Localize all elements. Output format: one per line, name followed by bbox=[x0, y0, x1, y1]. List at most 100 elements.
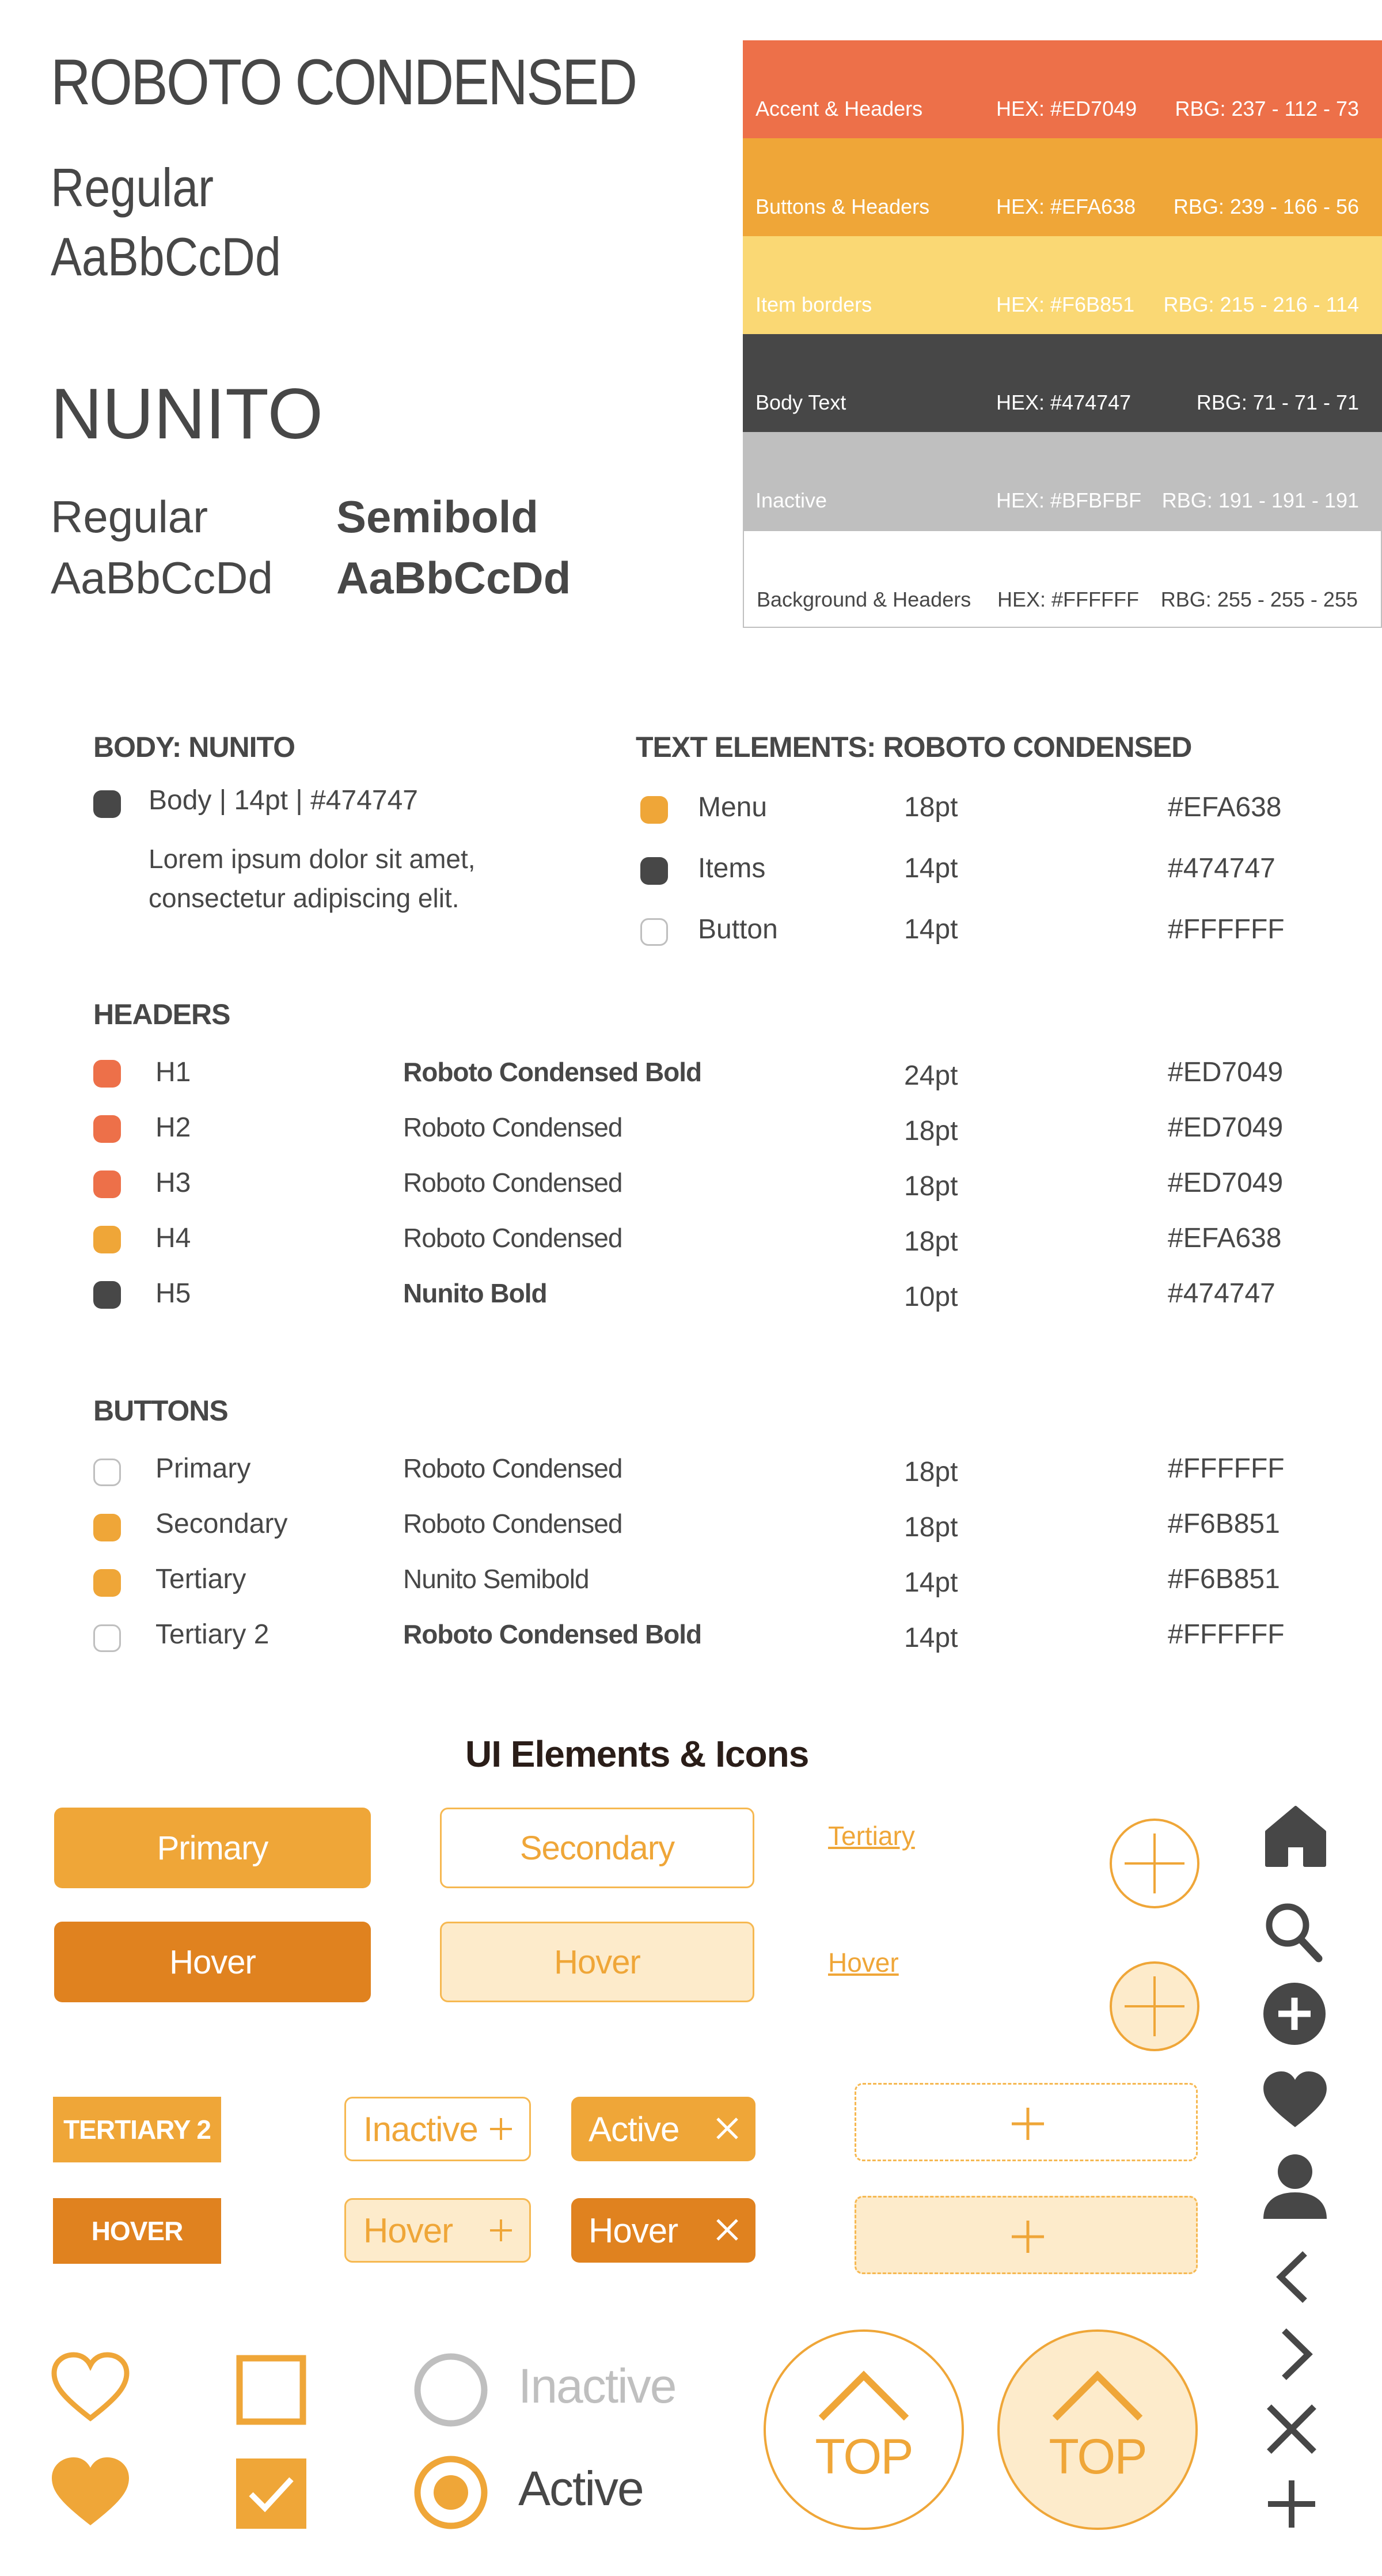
secondary-button[interactable]: Secondary bbox=[440, 1808, 754, 1888]
body-lorem-line-1: Lorem ipsum dolor sit amet, bbox=[149, 844, 476, 874]
text-element-color-dot bbox=[640, 857, 668, 885]
primary-button[interactable]: Primary bbox=[54, 1808, 371, 1888]
chevron-right-icon[interactable] bbox=[1280, 2327, 1314, 2381]
inactive-chip[interactable]: Inactive bbox=[344, 2097, 531, 2161]
body-color-dot bbox=[93, 790, 121, 818]
home-icon[interactable] bbox=[1265, 1805, 1327, 1867]
header-size: 24pt bbox=[904, 1060, 958, 1091]
button-hex: #F6B851 bbox=[1168, 1564, 1280, 1594]
header-name: H2 bbox=[155, 1112, 191, 1143]
palette-rgb: RBG: 71 - 71 - 71 bbox=[1196, 391, 1359, 414]
button-color-dot bbox=[93, 1569, 121, 1597]
secondary-hover-button[interactable]: Hover bbox=[440, 1922, 754, 2002]
header-color-dot bbox=[93, 1170, 121, 1198]
add-circle-hover-icon[interactable] bbox=[1109, 1961, 1200, 2052]
button-name: Tertiary bbox=[155, 1564, 246, 1594]
inactive-hover-chip-label: Hover bbox=[363, 2211, 453, 2250]
header-color-dot bbox=[93, 1281, 121, 1309]
headers-heading: HEADERS bbox=[93, 998, 230, 1031]
close-icon[interactable] bbox=[715, 2116, 739, 2141]
palette-rgb: RBG: 237 - 112 - 73 bbox=[1175, 97, 1360, 120]
inactive-chip-label: Inactive bbox=[363, 2109, 479, 2149]
checkbox-checked[interactable] bbox=[236, 2458, 306, 2529]
header-color-dot bbox=[93, 1226, 121, 1253]
primary-hover-button[interactable]: Hover bbox=[54, 1922, 371, 2002]
button-hex: #FFFFFF bbox=[1168, 1453, 1285, 1484]
back-to-top-label: TOP bbox=[815, 2429, 913, 2484]
header-size: 10pt bbox=[904, 1282, 958, 1312]
nunito-semibold-label: Semibold bbox=[336, 491, 539, 542]
header-hex: #ED7049 bbox=[1168, 1057, 1284, 1088]
button-color-dot bbox=[93, 1514, 121, 1541]
active-hover-chip[interactable]: Hover bbox=[571, 2198, 755, 2263]
palette-rgb: RBG: 239 - 166 - 56 bbox=[1173, 195, 1359, 218]
text-element-color-dot bbox=[640, 918, 668, 946]
buttons-heading: BUTTONS bbox=[93, 1395, 229, 1427]
palette-rgb: RBG: 191 - 191 - 191 bbox=[1161, 488, 1359, 512]
heart-outline-icon[interactable] bbox=[51, 2352, 130, 2423]
header-hex: #474747 bbox=[1168, 1278, 1275, 1309]
button-size: 14pt bbox=[904, 1623, 958, 1653]
tertiary-hover-link[interactable]: Hover bbox=[828, 1947, 899, 1978]
button-hex: #F6B851 bbox=[1168, 1509, 1280, 1539]
palette-hex: HEX: #ED7049 bbox=[996, 97, 1137, 120]
tertiary-2-hover-button[interactable]: HOVER bbox=[53, 2198, 221, 2264]
palette-hex: HEX: #EFA638 bbox=[996, 195, 1136, 218]
palette-swatch: Accent & Headers HEX: #ED7049 RBG: 237 - 1… bbox=[743, 40, 1382, 138]
user-icon[interactable] bbox=[1262, 2153, 1328, 2220]
button-name: Primary bbox=[155, 1453, 251, 1484]
add-circle-outline-icon[interactable] bbox=[1109, 1818, 1200, 1909]
header-font: Roboto Condensed Bold bbox=[403, 1057, 702, 1087]
palette-name: Body Text bbox=[755, 391, 846, 414]
add-circle-icon[interactable] bbox=[1263, 1983, 1326, 2045]
add-dashed-hover-button[interactable] bbox=[855, 2196, 1198, 2274]
button-font: Roboto Condensed bbox=[403, 1453, 622, 1483]
search-icon[interactable] bbox=[1265, 1902, 1323, 1963]
plus-icon[interactable] bbox=[1268, 2480, 1315, 2528]
text-element-hex: #474747 bbox=[1168, 853, 1275, 884]
back-to-top-button[interactable]: TOP bbox=[764, 2329, 964, 2530]
radio-inactive-label: Inactive bbox=[518, 2359, 677, 2413]
nunito-title: NUNITO bbox=[51, 374, 324, 454]
roboto-regular-sample: AaBbCcDd bbox=[51, 226, 281, 287]
header-name: H1 bbox=[155, 1057, 191, 1088]
button-font: Roboto Condensed bbox=[403, 1509, 622, 1539]
checkbox-unchecked[interactable] bbox=[236, 2355, 306, 2425]
radio-active[interactable] bbox=[413, 2455, 488, 2530]
back-to-top-hover-button[interactable]: TOP bbox=[997, 2329, 1198, 2530]
tertiary-2-button[interactable]: TERTIARY 2 bbox=[53, 2097, 221, 2162]
chevron-left-icon[interactable] bbox=[1275, 2250, 1309, 2304]
radio-inactive[interactable] bbox=[413, 2353, 488, 2427]
plus-icon bbox=[488, 2116, 514, 2142]
header-color-dot bbox=[93, 1060, 121, 1088]
close-icon[interactable] bbox=[715, 2218, 739, 2242]
tertiary-link[interactable]: Tertiary bbox=[828, 1820, 915, 1851]
header-size: 18pt bbox=[904, 1171, 958, 1202]
chevron-up-icon bbox=[818, 2370, 910, 2422]
button-font: Roboto Condensed Bold bbox=[403, 1619, 702, 1649]
text-element-name: Button bbox=[698, 914, 778, 945]
nunito-regular-sample: AaBbCcDd bbox=[51, 552, 273, 603]
add-dashed-button[interactable] bbox=[855, 2083, 1198, 2161]
button-size: 14pt bbox=[904, 1567, 958, 1598]
button-color-dot bbox=[93, 1624, 121, 1652]
palette-hex: HEX: #474747 bbox=[996, 391, 1132, 414]
text-element-hex: #EFA638 bbox=[1168, 792, 1282, 823]
button-color-dot bbox=[93, 1459, 121, 1486]
text-element-size: 14pt bbox=[904, 914, 958, 945]
palette-hex: HEX: #BFBFBF bbox=[996, 488, 1142, 512]
heart-filled-icon[interactable] bbox=[52, 2457, 129, 2528]
palette-hex: HEX: #FFFFFF bbox=[997, 588, 1139, 611]
radio-active-label: Active bbox=[518, 2461, 644, 2516]
body-section-heading: BODY: NUNITO bbox=[93, 731, 295, 763]
active-chip[interactable]: Active bbox=[571, 2097, 755, 2161]
heart-icon[interactable] bbox=[1263, 2071, 1327, 2129]
palette-name: Item borders bbox=[755, 293, 872, 316]
close-icon[interactable] bbox=[1266, 2403, 1318, 2455]
chevron-up-icon bbox=[1051, 2370, 1144, 2422]
inactive-hover-chip[interactable]: Hover bbox=[344, 2198, 531, 2263]
text-elements-heading: TEXT ELEMENTS: ROBOTO CONDENSED bbox=[636, 731, 1192, 763]
nunito-semibold-sample: AaBbCcDd bbox=[336, 552, 571, 603]
text-element-name: Items bbox=[698, 853, 766, 884]
roboto-regular-label: Regular bbox=[51, 157, 214, 218]
